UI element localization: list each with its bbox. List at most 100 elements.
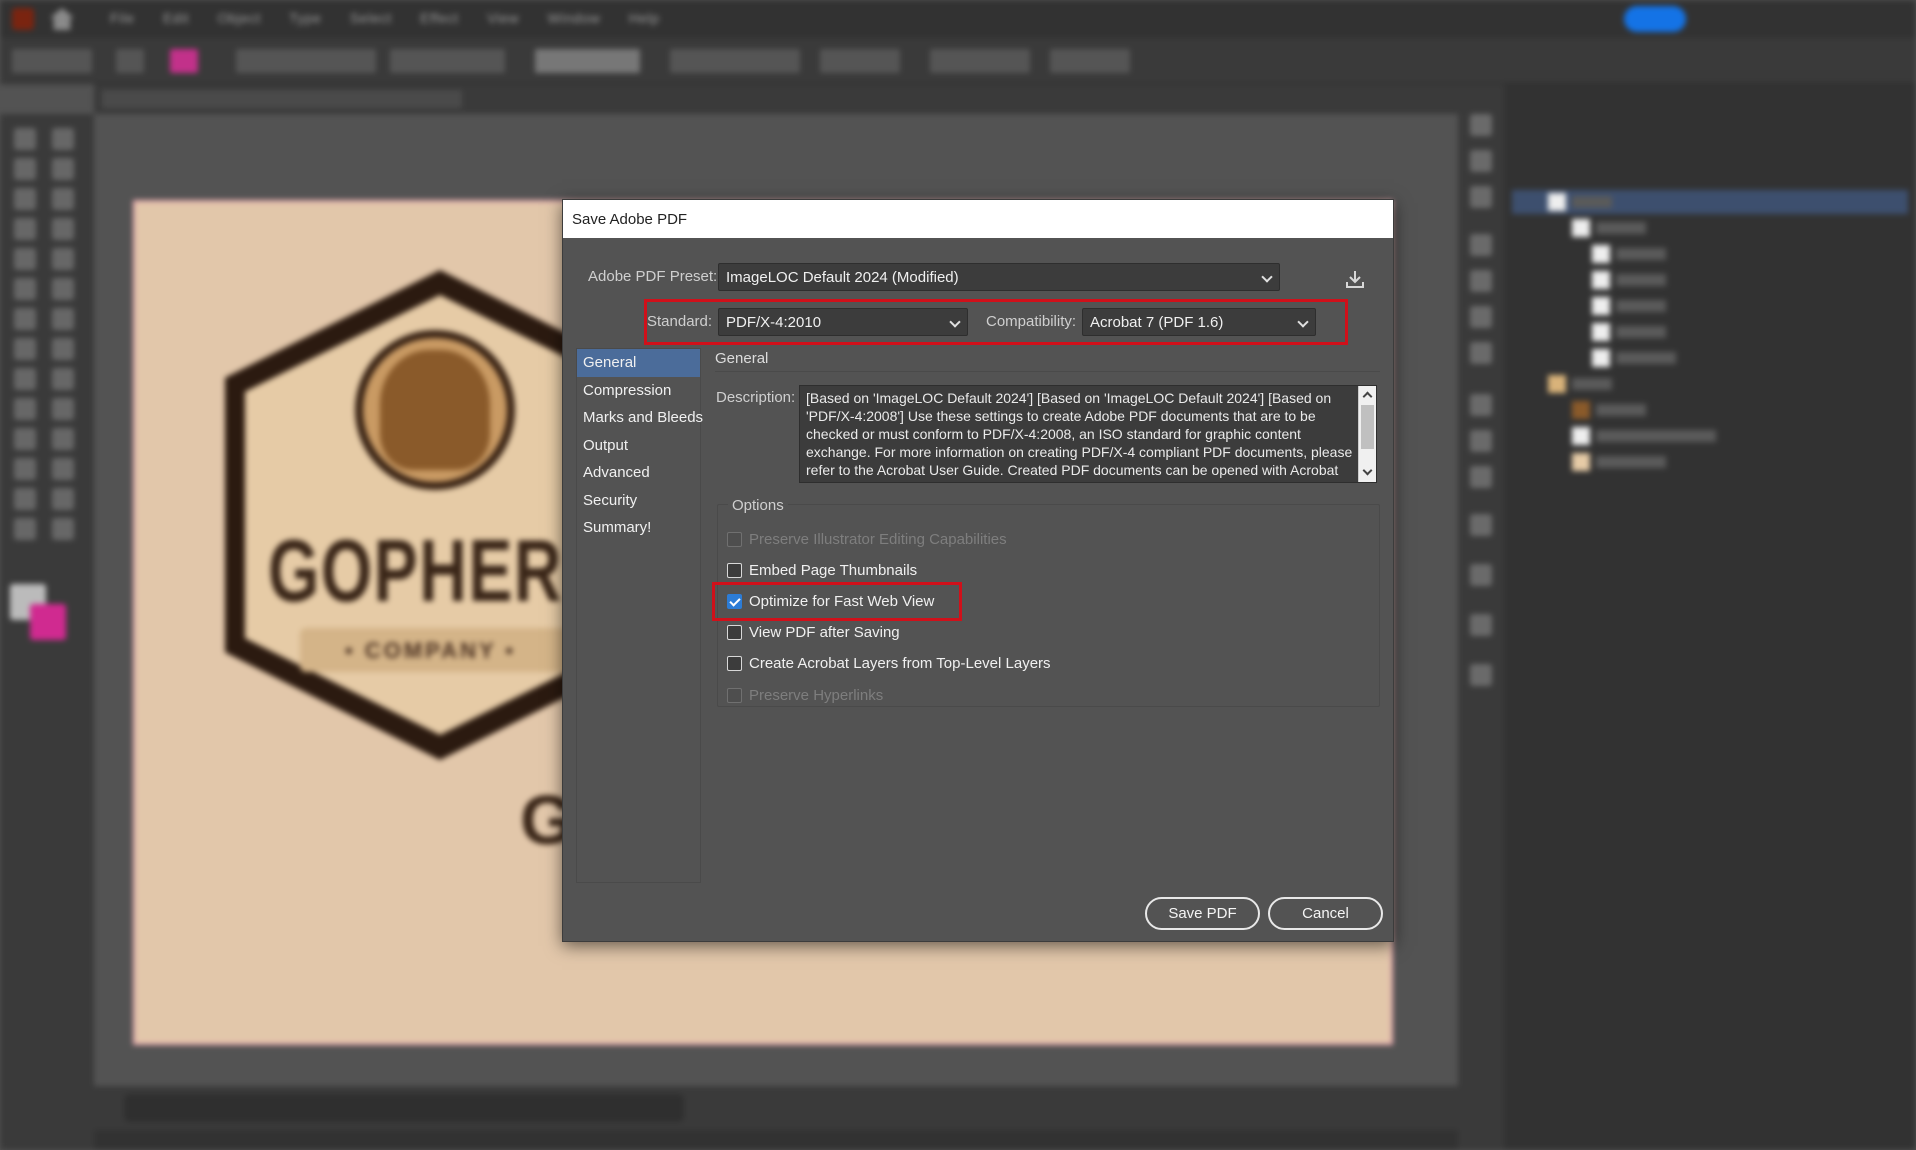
rotate-tool-icon[interactable] <box>14 308 36 330</box>
properties-icon[interactable] <box>1470 114 1492 136</box>
free-transform-tool-icon[interactable] <box>52 338 74 360</box>
stroke-color-icon[interactable] <box>30 604 66 640</box>
fill-swatch[interactable] <box>116 49 144 73</box>
symbol-tool-icon[interactable] <box>14 458 36 480</box>
save-preset-icon[interactable] <box>1344 268 1366 290</box>
stroke-icon[interactable] <box>1470 270 1492 292</box>
taskbar-pill[interactable] <box>124 1094 684 1122</box>
layer-row[interactable] <box>1512 398 1908 422</box>
scroll-up-icon[interactable] <box>1362 391 1373 402</box>
selection-tool-icon[interactable] <box>14 128 36 150</box>
layer-row[interactable] <box>1512 216 1908 240</box>
nav-item-compression[interactable]: Compression <box>577 377 700 405</box>
type-tool-icon[interactable] <box>14 218 36 240</box>
mesh-tool-icon[interactable] <box>14 398 36 420</box>
option-embed-thumbnails[interactable]: Embed Page Thumbnails <box>727 560 917 580</box>
brush-tool-icon[interactable] <box>52 188 74 210</box>
zoom-tool-icon[interactable] <box>52 518 74 540</box>
shaper-tool-icon[interactable] <box>14 278 36 300</box>
scroll-down-icon[interactable] <box>1362 465 1373 476</box>
description-scrollbar[interactable] <box>1358 386 1376 482</box>
color-icon[interactable] <box>1470 234 1492 256</box>
nav-item-output[interactable]: Output <box>577 432 700 460</box>
embed-thumbnails-checkbox[interactable] <box>727 562 742 578</box>
stroke-weight[interactable] <box>236 49 376 73</box>
layer-row[interactable] <box>1512 294 1908 318</box>
menu-view[interactable]: View <box>487 10 519 26</box>
nav-item-general[interactable]: General <box>577 349 700 377</box>
direct-selection-tool-icon[interactable] <box>52 128 74 150</box>
links-icon[interactable] <box>1470 664 1492 686</box>
nav-item-summary[interactable]: Summary! <box>577 514 700 542</box>
layer-row[interactable] <box>1512 268 1908 292</box>
graphic-styles-icon[interactable] <box>1470 430 1492 452</box>
save-pdf-button[interactable]: Save PDF <box>1145 897 1260 930</box>
symbols-icon[interactable] <box>1470 466 1492 488</box>
pathfinder-icon[interactable] <box>1470 614 1492 636</box>
transparency-icon[interactable] <box>1470 342 1492 364</box>
description-textarea[interactable]: [Based on 'ImageLOC Default 2024'] [Base… <box>799 385 1377 483</box>
libraries-icon[interactable] <box>1470 186 1492 208</box>
option-label[interactable]: View PDF after Saving <box>749 624 900 641</box>
actions-icon[interactable] <box>1470 514 1492 536</box>
style-field[interactable] <box>820 49 900 73</box>
curvature-tool-icon[interactable] <box>52 158 74 180</box>
opacity-field[interactable] <box>670 49 800 73</box>
menu-file[interactable]: File <box>110 10 135 26</box>
menu-select[interactable]: Select <box>350 10 392 26</box>
gradient-tool-icon[interactable] <box>52 398 74 420</box>
preferences-button[interactable] <box>1050 49 1130 73</box>
document-setup-button[interactable] <box>930 49 1030 73</box>
layer-row[interactable] <box>1512 242 1908 266</box>
scale-tool-icon[interactable] <box>52 308 74 330</box>
document-tab[interactable] <box>102 90 462 108</box>
style-dropdown[interactable] <box>535 49 640 73</box>
option-acrobat-layers[interactable]: Create Acrobat Layers from Top-Level Lay… <box>727 653 1051 673</box>
stroke-swatch[interactable] <box>170 49 198 73</box>
cancel-button[interactable]: Cancel <box>1268 897 1383 930</box>
nav-item-marks-and-bleeds[interactable]: Marks and Bleeds <box>577 404 703 432</box>
align-icon[interactable] <box>1470 564 1492 586</box>
width-tool-icon[interactable] <box>14 338 36 360</box>
menu-type[interactable]: Type <box>289 10 321 26</box>
rectangle-tool-icon[interactable] <box>14 248 36 270</box>
menu-help[interactable]: Help <box>629 10 660 26</box>
menu-effect[interactable]: Effect <box>420 10 459 26</box>
paintbrush-tool-icon[interactable] <box>52 248 74 270</box>
option-label[interactable]: Embed Page Thumbnails <box>749 562 917 579</box>
hand-tool-icon[interactable] <box>14 518 36 540</box>
layer-row[interactable] <box>1512 320 1908 344</box>
eyedropper-tool-icon[interactable] <box>14 428 36 450</box>
menu-object[interactable]: Object <box>217 10 260 26</box>
pen-tool-icon[interactable] <box>14 158 36 180</box>
view-after-saving-checkbox[interactable] <box>727 624 742 640</box>
graph-tool-icon[interactable] <box>52 458 74 480</box>
nav-item-advanced[interactable]: Advanced <box>577 459 700 487</box>
shape-builder-tool-icon[interactable] <box>14 368 36 390</box>
line-tool-icon[interactable] <box>52 218 74 240</box>
perspective-tool-icon[interactable] <box>52 368 74 390</box>
option-label[interactable]: Create Acrobat Layers from Top-Level Lay… <box>749 655 1051 672</box>
menu-window[interactable]: Window <box>548 10 601 26</box>
blend-tool-icon[interactable] <box>52 428 74 450</box>
scroll-thumb[interactable] <box>1361 405 1374 449</box>
option-view-after-saving[interactable]: View PDF after Saving <box>727 622 900 642</box>
menu-edit[interactable]: Edit <box>163 10 189 26</box>
brush-definition[interactable] <box>390 49 505 73</box>
appearance-icon[interactable] <box>1470 394 1492 416</box>
nav-item-security[interactable]: Security <box>577 487 700 515</box>
layer-row[interactable] <box>1512 346 1908 370</box>
layer-row[interactable] <box>1512 372 1908 396</box>
artboard-tool-icon[interactable] <box>14 488 36 510</box>
home-icon[interactable] <box>50 8 74 30</box>
eraser-tool-icon[interactable] <box>52 278 74 300</box>
layer-row[interactable] <box>1512 450 1908 474</box>
share-button[interactable] <box>1624 6 1686 32</box>
pencil-tool-icon[interactable] <box>14 188 36 210</box>
layers-icon[interactable] <box>1470 150 1492 172</box>
slice-tool-icon[interactable] <box>52 488 74 510</box>
layer-row[interactable] <box>1512 190 1908 214</box>
preset-dropdown[interactable]: ImageLOC Default 2024 (Modified) <box>718 263 1280 291</box>
gradient-icon[interactable] <box>1470 306 1492 328</box>
acrobat-layers-checkbox[interactable] <box>727 655 742 671</box>
